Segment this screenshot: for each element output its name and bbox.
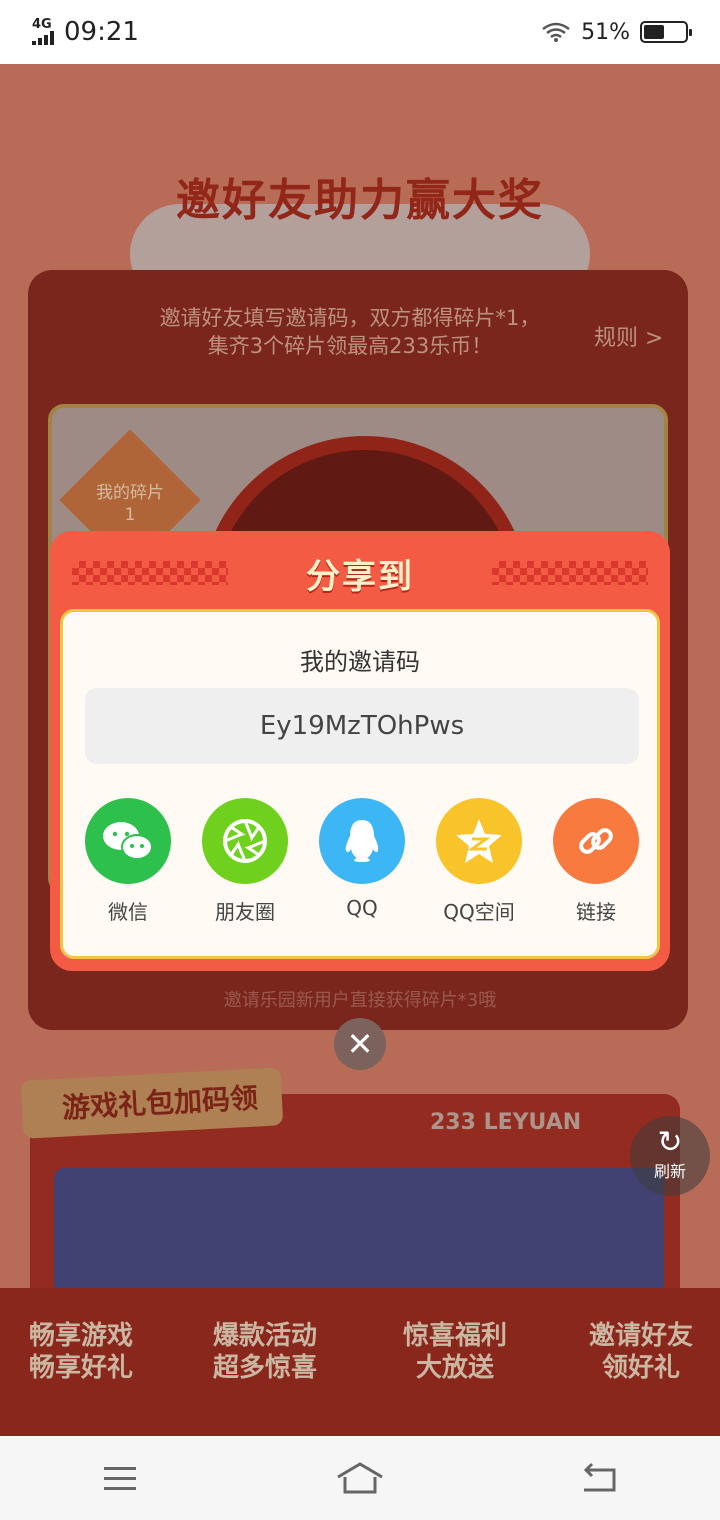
qq-icon: [319, 798, 405, 884]
invite-code-box[interactable]: Ey19MzTOhPws: [85, 688, 639, 764]
back-button[interactable]: [570, 1453, 630, 1503]
menu-icon: [104, 1467, 136, 1490]
network-type: 4G: [32, 17, 52, 32]
close-button[interactable]: ✕: [334, 1018, 386, 1070]
share-link[interactable]: 链接: [546, 798, 646, 925]
share-label: QQ空间: [443, 900, 515, 924]
back-icon: [583, 1462, 616, 1492]
clock: 09:21: [64, 17, 139, 47]
moments-icon: [202, 798, 288, 884]
invite-code: Ey19MzTOhPws: [259, 711, 465, 741]
share-wechat[interactable]: 微信: [78, 798, 178, 925]
refresh-label: 刷新: [653, 1162, 686, 1181]
modal-title: 分享到: [306, 557, 414, 597]
refresh-button[interactable]: ↻ 刷新: [630, 1116, 710, 1196]
status-bar: 4G 09:21 51%: [0, 0, 720, 64]
close-icon: ✕: [346, 1025, 374, 1063]
home-icon: [337, 1462, 383, 1494]
refresh-icon: ↻: [657, 1125, 683, 1160]
share-label: 朋友圈: [215, 900, 275, 924]
share-label: 微信: [108, 900, 148, 924]
wechat-icon: [85, 798, 171, 884]
battery-icon: [640, 21, 692, 43]
share-moments[interactable]: 朋友圈: [195, 798, 295, 925]
share-qq[interactable]: QQ: [312, 798, 412, 920]
signal-bars-icon: [32, 31, 54, 45]
wifi-icon: [542, 22, 570, 42]
link-icon: [553, 798, 639, 884]
invite-code-label: 我的邀请码: [300, 648, 420, 676]
qzone-icon: [436, 798, 522, 884]
home-button[interactable]: [330, 1453, 390, 1503]
share-qzone[interactable]: QQ空间: [429, 798, 529, 925]
signal-indicator: 4G: [32, 17, 54, 45]
system-nav-bar: [0, 1436, 720, 1520]
modal-body: 我的邀请码 Ey19MzTOhPws 微信 朋友圈 QQ QQ空间 链接: [60, 609, 660, 959]
share-label: QQ: [346, 896, 378, 920]
share-modal: 分享到 我的邀请码 Ey19MzTOhPws 微信 朋友圈 QQ QQ空间 链接: [50, 531, 670, 971]
battery-percent: 51%: [581, 19, 630, 45]
share-label: 链接: [576, 900, 616, 924]
menu-button[interactable]: [90, 1453, 150, 1503]
